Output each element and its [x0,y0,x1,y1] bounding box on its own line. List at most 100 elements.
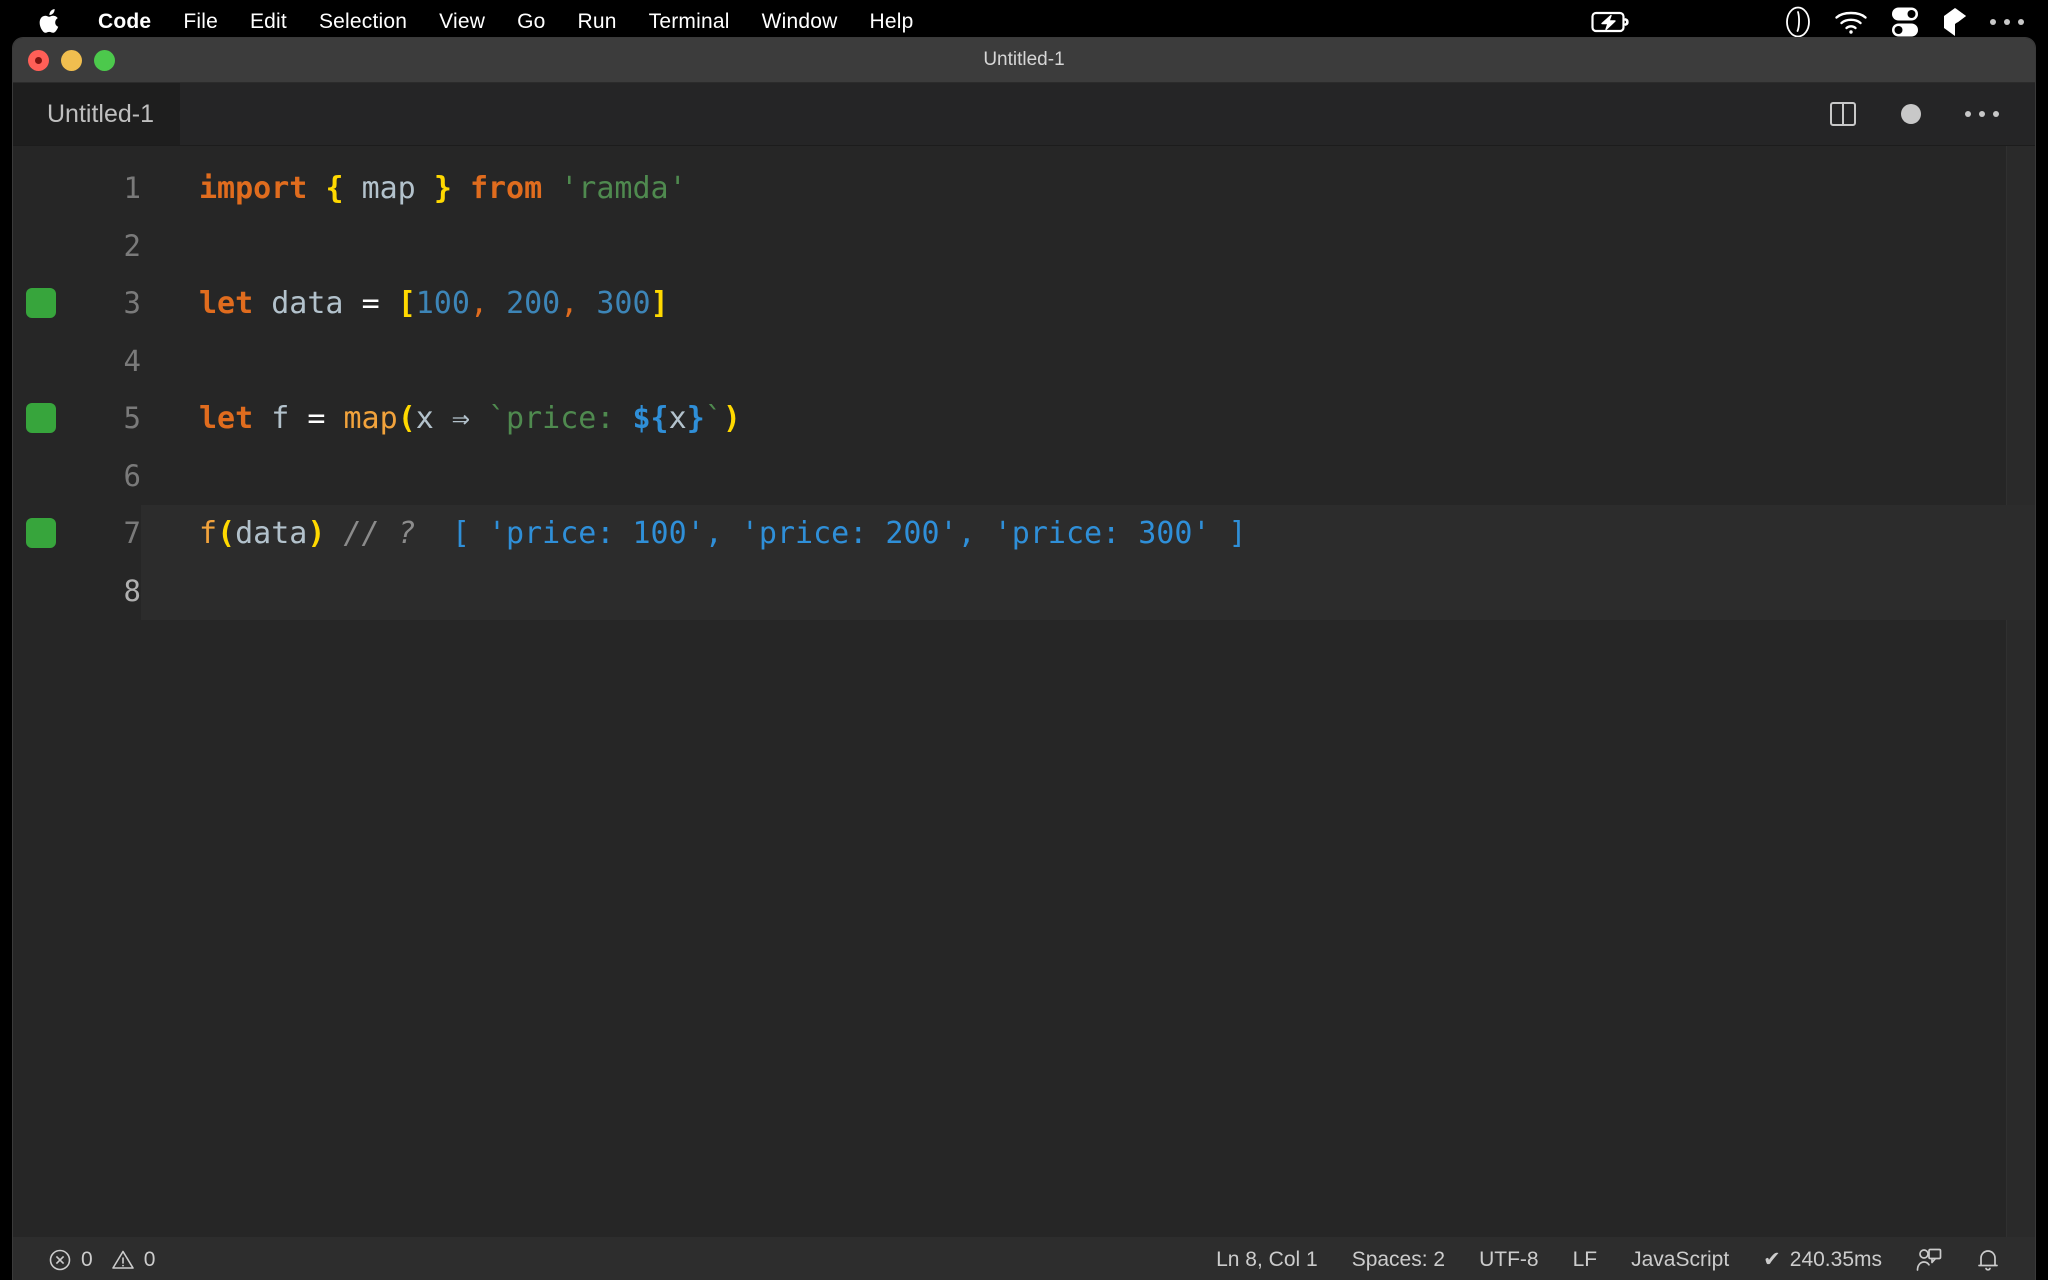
code-token: f [271,401,290,436]
cursor-position[interactable]: Ln 8, Col 1 [1199,1248,1335,1272]
code-token: import [199,171,308,206]
quokka-status[interactable]: ✔ 240.35ms [1746,1247,1899,1272]
code-token: ${ [632,401,669,436]
minimize-button[interactable] [61,49,82,71]
warning-triangle-icon [111,1248,135,1272]
code-token: map [343,401,398,436]
code-line[interactable]: 5 let f = map(x ⇒ `price: ${x} `) [13,390,2035,448]
quokka-execution-time: 240.35ms [1789,1247,1882,1271]
more-actions-icon[interactable] [1965,111,1999,117]
eol-setting[interactable]: LF [1556,1248,1615,1272]
line-content[interactable] [141,448,2035,506]
window-titlebar: Untitled-1 [13,38,2035,83]
bell-icon[interactable] [1959,1247,2017,1273]
quokka-check-icon: ✔ [1763,1248,1781,1271]
code-line[interactable]: 6 [13,448,2035,506]
apple-logo-icon[interactable] [36,7,62,37]
line-content[interactable]: let data = [100, 200, 300] [141,275,2035,333]
quokka-coverage-marker [26,288,56,318]
code-token: , [469,286,488,321]
screen: Code File Edit Selection View Go Run Ter… [0,0,2048,1280]
code-token: // ? [343,516,416,551]
indentation-setting[interactable]: Spaces: 2 [1335,1248,1462,1272]
tab-untitled-1[interactable]: Untitled-1 [13,83,180,145]
warning-count: 0 [143,1247,156,1271]
line-number: 4 [123,343,141,378]
code-token: ) [722,401,741,436]
zoom-button[interactable] [94,49,115,71]
editor-actions [1829,100,2035,128]
line-content[interactable] [141,333,2035,391]
wifi-icon[interactable] [1834,9,1868,35]
window-traffic-lights [13,49,115,71]
memory-used-label: U: [1653,0,1693,5]
line-number: 8 [123,573,141,608]
editor-tab-bar: Untitled-1 [13,83,2035,146]
code-token: x [415,401,434,436]
error-count: 0 [81,1247,93,1271]
code-token: } [686,401,705,436]
code-token: map [361,171,416,206]
code-token: f [199,516,218,551]
encoding-setting[interactable]: UTF-8 [1462,1248,1556,1272]
code-lines[interactable]: 1 import { map } from 'ramda' 2 3 let data =… [13,146,2035,620]
code-token: data [235,516,308,551]
line-content[interactable] [141,562,2035,620]
code-token: 200 [506,286,561,321]
code-token: , [560,286,579,321]
line-content[interactable] [141,218,2035,276]
status-bar-left: 0 0 [31,1248,172,1272]
clock-icon[interactable] [1784,6,1812,38]
code-token: 100 [415,286,470,321]
error-circle-icon [48,1248,72,1272]
code-line[interactable]: 2 [13,218,2035,276]
battery-charging-icon[interactable] [1591,10,1631,34]
code-token: { [325,171,344,206]
unsaved-dot-icon[interactable] [1901,104,1921,124]
code-token: 300 [596,286,651,321]
dropbox-icon[interactable] [1942,7,1968,37]
vscode-window: Untitled-1 Untitled-1 1 import {map} f… [13,38,2035,1280]
code-token: data [271,286,344,321]
line-content[interactable]: let f = map(x ⇒ `price: ${x} `) [141,390,2035,448]
code-line[interactable]: 4 [13,333,2035,391]
code-token: `price: [488,401,633,436]
memory-used-value: 18.54 GB [1701,0,1762,5]
control-center-icon[interactable] [1890,6,1920,38]
quokka-coverage-marker [26,518,56,548]
code-token: let [199,286,254,321]
line-content[interactable]: import { map } from 'ramda' [141,160,2035,218]
quokka-coverage-marker [26,403,56,433]
code-token: ⇒ [451,401,470,436]
more-icon[interactable] [1990,19,2024,25]
code-line[interactable]: 3 let data = [100, 200, 300] [13,275,2035,333]
close-button[interactable] [28,49,49,71]
code-token: } [433,171,452,206]
code-editor[interactable]: 1 import { map } from 'ramda' 2 3 let data =… [13,146,2035,1237]
problems-indicator[interactable]: 0 0 [31,1248,172,1272]
language-mode[interactable]: JavaScript [1614,1248,1746,1272]
code-token: ( [217,516,236,551]
live-share-icon[interactable] [1899,1247,1959,1273]
line-content[interactable]: f(data) // ? [ 'price: 100', 'price: 200… [141,505,2035,563]
line-number: 2 [123,228,141,263]
code-line[interactable]: 1 import { map } from 'ramda' [13,160,2035,218]
split-editor-icon[interactable] [1829,100,1857,128]
code-token: = [307,401,326,436]
code-line[interactable]: 7 f(data) // ? [ 'price: 100', 'price: 20… [13,505,2035,563]
code-token: ] [650,286,669,321]
code-token: [ [397,286,416,321]
code-line[interactable]: 8 [13,562,2035,620]
code-token: ) [307,516,326,551]
